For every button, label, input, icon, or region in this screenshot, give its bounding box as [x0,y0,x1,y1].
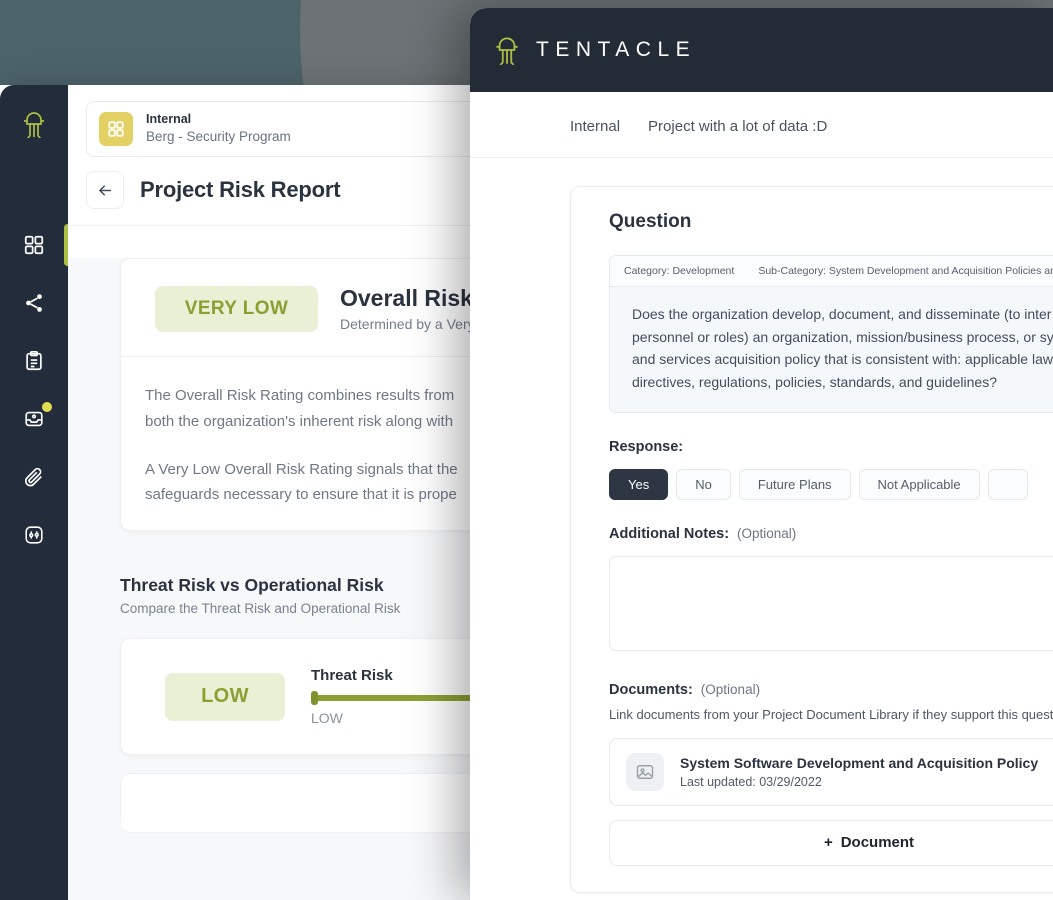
sidebar-item-assessments[interactable] [0,332,68,390]
background-app-content: Internal Berg - Security Program Project… [68,85,520,900]
response-label: Response: [609,439,1053,455]
clipboard-icon [26,351,42,371]
text-line: personnel or roles) an organization, mis… [632,328,1053,345]
tentacle-logo-icon [24,112,44,139]
background-app-window: Internal Berg - Security Program Project… [0,85,520,900]
overall-risk-paragraph: The Overall Risk Rating combines results… [145,383,501,435]
notes-optional-tag: (Optional) [737,525,797,541]
org-selector-wrap: Internal Berg - Security Program [68,85,520,157]
share-icon [26,294,42,312]
foreground-app-window: TENTACLE Internal Project with a lot of … [470,8,1053,900]
threat-risk-meter-knob [311,691,318,706]
document-updated: Last updated: 03/29/2022 [680,774,822,789]
question-text: Does the organization develop, document,… [610,287,1053,412]
compare-section-subtitle: Compare the Threat Risk and Operational … [120,601,401,617]
breadcrumb-item-project[interactable]: Project with a lot of data :D [648,118,827,135]
response-option-future-plans[interactable]: Future Plans [738,468,851,500]
question-box: Category: Development Sub-Category: Syst… [609,255,1053,413]
response-option-no[interactable]: No [676,468,731,500]
question-heading: Question [609,211,692,232]
org-text: Internal Berg - Security Program [146,112,465,147]
org-badge [99,112,133,146]
notes-textarea[interactable] [609,555,1053,651]
plus-icon: + [823,834,833,852]
text-line: safeguards necessary to ensure that it i… [145,486,457,504]
image-icon [636,764,654,779]
sidebar [0,85,71,900]
sidebar-item-dashboard[interactable] [0,216,71,274]
overall-risk-title-group: Overall Risk Determined by a Very [340,285,475,332]
notes-label: Additional Notes: (Optional) [609,526,1053,542]
breadcrumb-item-internal[interactable]: Internal [570,118,620,135]
document-title: System Software Development and Acquisit… [680,754,1039,771]
arrow-left-icon [98,184,111,196]
question-card: Question Category: Development Sub-Categ… [570,186,1053,893]
add-document-label: Document [840,834,915,852]
documents-label: Documents: (Optional) [609,682,1053,698]
org-selector[interactable]: Internal Berg - Security Program [86,101,502,157]
overall-risk-title: Overall Risk [340,285,473,311]
text-line: directives, regulations, policies, stand… [632,374,997,391]
app-topbar: TENTACLE [470,8,1053,92]
sidebar-logo[interactable] [20,107,48,146]
brand-title: TENTACLE [536,38,697,61]
paperclip-icon [24,467,42,487]
document-thumbnail [626,752,664,791]
grid-icon [108,121,124,137]
sidebar-item-share[interactable] [0,274,68,332]
inbox-notification-badge [42,402,52,412]
text-line: A Very Low Overall Risk Rating signals t… [145,460,458,478]
background-app-scroll-area: VERY LOW Overall Risk Determined by a Ve… [68,258,520,900]
operational-risk-card [120,773,502,834]
text-line: The Overall Risk Rating combines results… [145,387,455,404]
overall-risk-badge: VERY LOW [155,285,318,332]
sliders-settings-icon [25,526,43,544]
question-meta: Category: Development Sub-Category: Syst… [610,256,1053,287]
question-category: Category: Development [624,265,735,277]
back-button[interactable] [86,171,124,209]
grid-dashboard-icon [24,235,44,255]
documents-label-text: Documents: [609,681,693,698]
inbox-icon [25,411,43,427]
notes-label-text: Additional Notes: [609,525,730,542]
threat-risk-badge: LOW [165,672,285,721]
breadcrumb: Internal Project with a lot of data :D [470,92,1053,158]
compare-section-title: Threat Risk vs Operational Risk [120,575,384,596]
add-document-button[interactable]: + Document [609,819,1053,866]
overall-risk-body: The Overall Risk Rating combines results… [121,357,501,508]
org-subtitle: Berg - Security Program [146,129,291,145]
page-title: Project Risk Report [140,177,341,202]
documents-optional-tag: (Optional) [700,681,761,697]
response-options: Yes No Future Plans Not Applicable [609,468,1053,500]
text-line: Does the organization develop, document,… [632,306,1052,322]
compare-section-header: Threat Risk vs Operational Risk Compare … [120,575,520,616]
response-option-partial[interactable] [987,468,1028,500]
overall-risk-subtitle: Determined by a Very [340,316,475,332]
overall-risk-paragraph: A Very Low Overall Risk Rating signals t… [145,457,501,509]
response-option-yes[interactable]: Yes [609,468,669,500]
documents-help-text: Link documents from your Project Documen… [609,706,1053,722]
overall-risk-card: VERY LOW Overall Risk Determined by a Ve… [120,258,502,532]
threat-risk-card: LOW Threat Risk LOW [120,638,502,756]
tentacle-logo-icon [496,37,518,66]
text-line: both the organization's inherent risk al… [145,412,454,430]
question-page-body: Question Category: Development Sub-Categ… [470,158,1053,893]
response-option-not-applicable[interactable]: Not Applicable [858,468,980,500]
sidebar-item-settings[interactable] [0,506,68,564]
text-line: and services acquisition policy that is … [632,351,1053,368]
question-sub-category: Sub-Category: System Development and Acq… [758,265,1053,277]
response-label-text: Response: [609,438,684,455]
page-header: Project Risk Report [68,157,520,226]
org-name: Internal [146,111,192,126]
overall-risk-header: VERY LOW Overall Risk Determined by a Ve… [121,285,501,332]
sidebar-item-inbox[interactable] [0,390,68,448]
document-list-item[interactable]: System Software Development and Acquisit… [609,737,1053,806]
document-meta: System Software Development and Acquisit… [680,755,1038,789]
sidebar-item-documents[interactable] [0,448,68,506]
